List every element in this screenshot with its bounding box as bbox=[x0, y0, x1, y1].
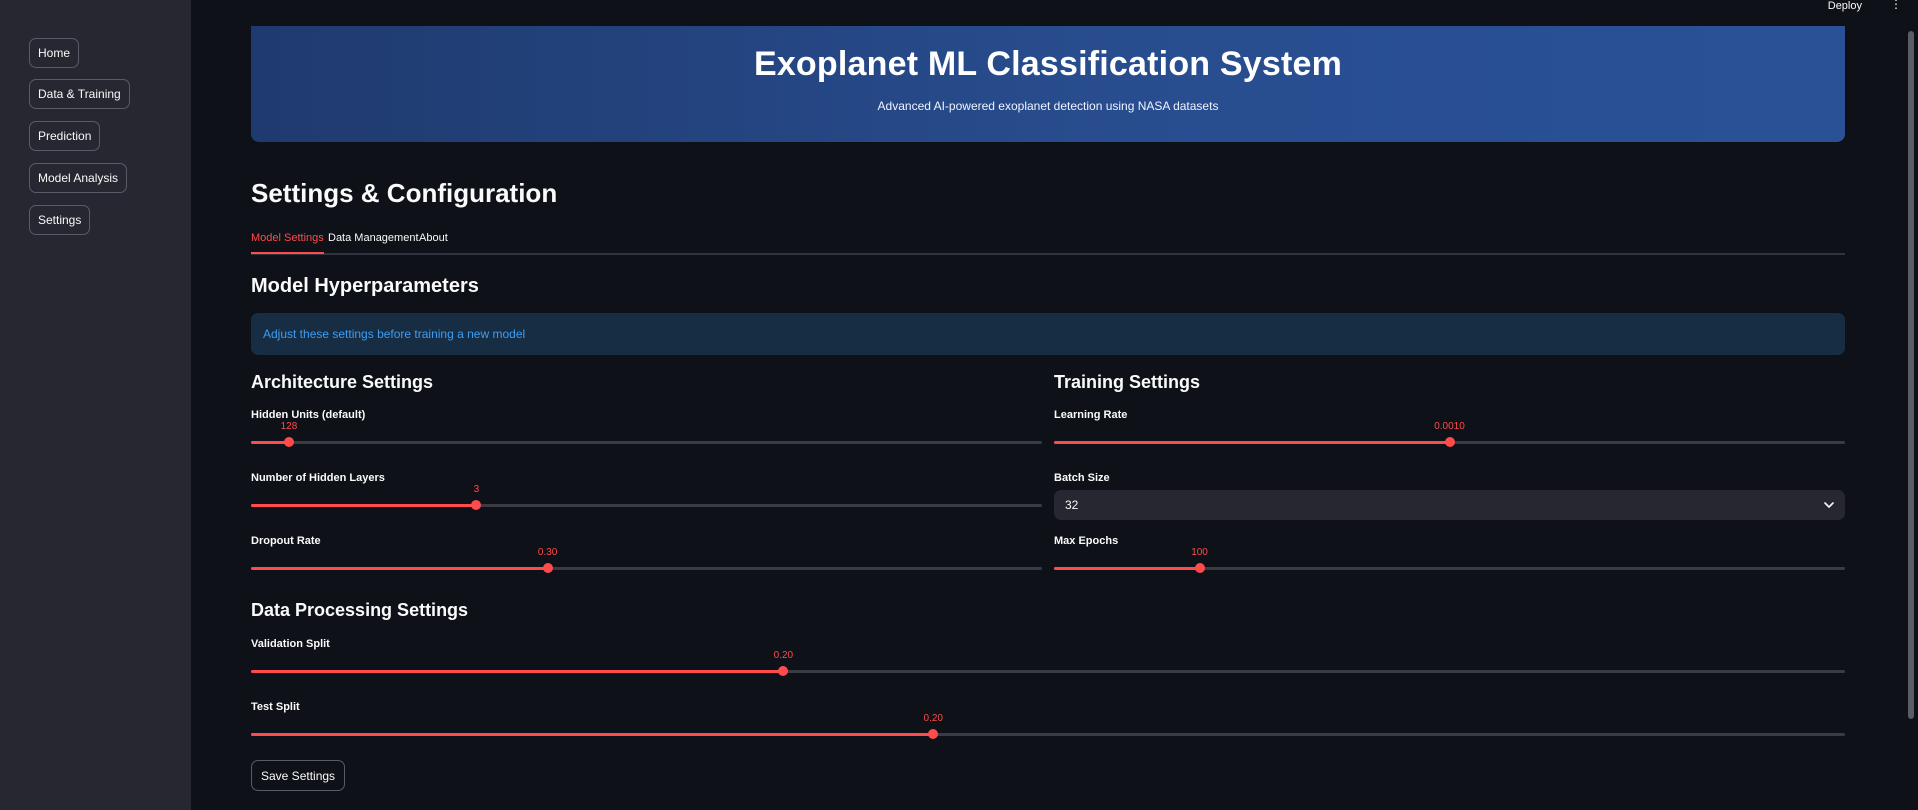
tab-data-management[interactable]: Data Management bbox=[328, 232, 419, 252]
slider-value: 128 bbox=[280, 421, 298, 432]
slider-fill bbox=[1054, 567, 1200, 570]
slider-value: 100 bbox=[1191, 547, 1208, 558]
info-alert: Adjust these settings before training a … bbox=[251, 313, 1845, 355]
save-settings-button[interactable]: Save Settings bbox=[251, 760, 346, 791]
nav-prediction-button[interactable]: Prediction bbox=[29, 121, 101, 151]
hidden-layers-label: Number of Hidden Layers bbox=[251, 472, 385, 484]
nav-data-training-button[interactable]: Data & Training bbox=[29, 79, 130, 109]
slider-value: 0.20 bbox=[923, 713, 943, 724]
batch-size-label: Batch Size bbox=[1054, 472, 1110, 484]
nav-settings-button[interactable]: Settings bbox=[29, 205, 91, 235]
learning-rate-label: Learning Rate bbox=[1054, 409, 1128, 421]
sidebar: Home Data & Training Prediction Model An… bbox=[0, 0, 191, 810]
data-processing-heading: Data Processing Settings bbox=[251, 600, 469, 620]
dropout-rate-slider[interactable]: 0.30 bbox=[251, 547, 1042, 575]
max-epochs-slider[interactable]: 100 bbox=[1054, 547, 1845, 575]
dropout-rate-label: Dropout Rate bbox=[251, 535, 321, 547]
slider-fill bbox=[1054, 441, 1450, 444]
main-content: Exoplanet ML Classification System Advan… bbox=[251, 0, 1845, 810]
tab-about[interactable]: About bbox=[419, 232, 448, 252]
slider-thumb[interactable] bbox=[1444, 437, 1455, 447]
nav-home-button[interactable]: Home bbox=[29, 38, 80, 68]
hero-banner: Exoplanet ML Classification System Advan… bbox=[251, 26, 1845, 142]
slider-thumb[interactable] bbox=[778, 666, 789, 676]
batch-size-value: 32 bbox=[1065, 498, 1079, 512]
training-heading: Training Settings bbox=[1054, 372, 1201, 392]
chevron-down-icon bbox=[1824, 502, 1834, 508]
test-split-slider[interactable]: 0.20 bbox=[251, 713, 1845, 741]
hero-title: Exoplanet ML Classification System bbox=[753, 45, 1343, 83]
test-split-label: Test Split bbox=[251, 701, 300, 713]
page-title: Settings & Configuration bbox=[251, 178, 558, 208]
tab-model-settings[interactable]: Model Settings bbox=[251, 232, 324, 254]
main-menu-icon[interactable]: ⋮ bbox=[1890, 0, 1902, 12]
slider-thumb[interactable] bbox=[1194, 563, 1205, 573]
hero-subtitle: Advanced AI-powered exoplanet detection … bbox=[877, 99, 1219, 113]
slider-value: 3 bbox=[473, 484, 480, 495]
slider-thumb[interactable] bbox=[928, 729, 939, 739]
tab-bar: Model Settings Data Management About bbox=[251, 230, 1845, 255]
slider-value: 0.0010 bbox=[1434, 421, 1465, 432]
validation-split-label: Validation Split bbox=[251, 638, 330, 650]
scrollbar[interactable] bbox=[1908, 31, 1914, 719]
slider-fill bbox=[251, 567, 548, 570]
max-epochs-label: Max Epochs bbox=[1054, 535, 1119, 547]
slider-value: 0.20 bbox=[773, 650, 794, 661]
slider-fill bbox=[251, 504, 477, 507]
hidden-units-slider[interactable]: 128 bbox=[251, 421, 1042, 449]
validation-split-slider[interactable]: 0.20 bbox=[251, 650, 1845, 678]
slider-thumb[interactable] bbox=[283, 437, 294, 447]
slider-thumb[interactable] bbox=[542, 563, 553, 573]
batch-size-select[interactable]: 32 bbox=[1054, 490, 1845, 520]
learning-rate-slider[interactable]: 0.0010 bbox=[1054, 421, 1845, 449]
nav-model-analysis-button[interactable]: Model Analysis bbox=[29, 163, 128, 193]
slider-thumb[interactable] bbox=[471, 500, 482, 510]
slider-value: 0.30 bbox=[537, 547, 558, 558]
hyperparameters-heading: Model Hyperparameters bbox=[251, 275, 479, 297]
slider-track bbox=[251, 441, 1042, 444]
hidden-layers-slider[interactable]: 3 bbox=[251, 484, 1042, 512]
hidden-units-label: Hidden Units (default) bbox=[251, 409, 366, 421]
slider-fill bbox=[251, 670, 784, 673]
architecture-heading: Architecture Settings bbox=[251, 372, 434, 392]
slider-fill bbox=[251, 733, 934, 736]
